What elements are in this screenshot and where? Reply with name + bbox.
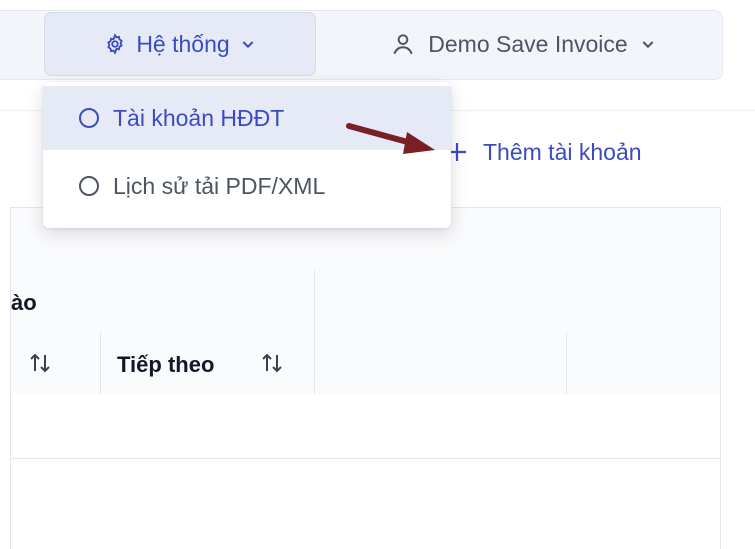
- annotation-arrow-icon: [346, 123, 435, 154]
- sort-icon[interactable]: [261, 351, 283, 381]
- column-divider: [100, 332, 101, 394]
- radio-icon: [79, 176, 99, 196]
- gear-icon: [104, 33, 126, 55]
- column-header-next[interactable]: Tiếp theo: [117, 352, 214, 378]
- table-row: [11, 394, 720, 459]
- menu-item-label: Lịch sử tải PDF/XML: [113, 172, 326, 199]
- sort-icon[interactable]: [29, 351, 51, 381]
- table-group-header-row: ào: [11, 270, 720, 333]
- column-divider: [566, 332, 567, 394]
- menu-item-label: Tài khoản HĐĐT: [113, 104, 285, 131]
- group-header-label: ào: [11, 290, 37, 315]
- user-menu-button[interactable]: Demo Save Invoice: [338, 14, 708, 74]
- system-menu-button[interactable]: Hệ thống: [44, 12, 316, 76]
- chevron-down-icon: [640, 36, 656, 52]
- add-account-button[interactable]: Thêm tài khoản: [445, 132, 642, 172]
- add-account-label: Thêm tài khoản: [483, 138, 642, 165]
- system-menu-label: Hệ thống: [136, 30, 230, 57]
- menu-item-download-history[interactable]: Lịch sử tải PDF/XML: [43, 154, 451, 218]
- column-divider: [314, 270, 315, 394]
- radio-icon: [79, 108, 99, 128]
- chevron-down-icon: [240, 36, 256, 52]
- user-menu-label: Demo Save Invoice: [428, 30, 628, 57]
- accounts-table: ào Tiếp theo: [10, 207, 721, 549]
- table-column-header-row: Tiếp theo: [11, 332, 720, 395]
- user-icon: [390, 31, 416, 57]
